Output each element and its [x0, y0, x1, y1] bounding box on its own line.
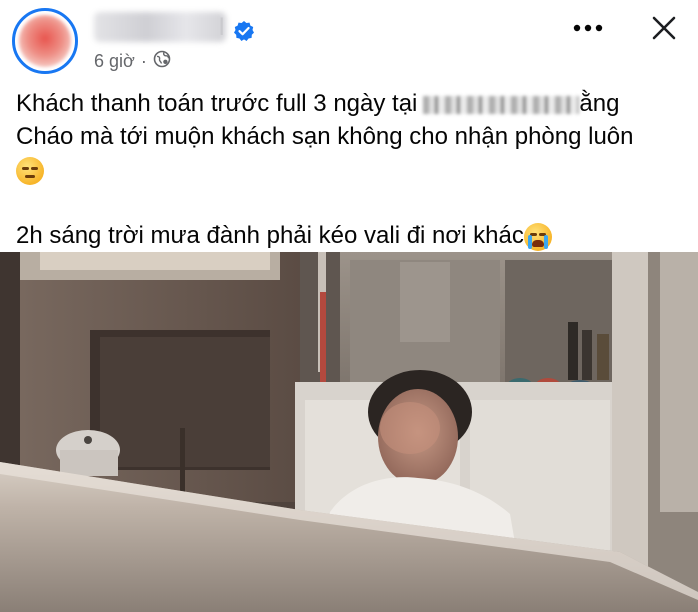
post-line-1-prefix: Khách thanh toán trước full 3 ngày tại	[16, 90, 418, 117]
loudly-crying-face-emoji	[523, 222, 552, 251]
post-line-4-text: 2h sáng trời mưa đành phải kéo vali đi n…	[16, 222, 524, 249]
post-meta: 6 giờ ·	[94, 50, 171, 73]
close-button[interactable]	[642, 10, 686, 46]
post-header: l 6 giờ ·	[0, 0, 698, 80]
redacted-hotel-name	[423, 95, 580, 114]
more-options-icon	[573, 24, 603, 32]
post-line-2: Cháo mà tới muộn khách sạn không cho nhậ…	[16, 123, 634, 150]
hotel-reception-photo	[0, 252, 698, 612]
unamused-face-emoji	[16, 156, 44, 185]
post-photo[interactable]	[0, 252, 698, 612]
verified-badge-icon	[233, 20, 255, 42]
close-icon	[652, 16, 676, 40]
author-name-redacted[interactable]	[94, 12, 226, 42]
meta-separator: ·	[140, 51, 147, 71]
author-name-visible-fragment: l	[219, 14, 225, 41]
post-line-1: Khách thanh toán trước full 3 ngày tại ằn…	[16, 87, 686, 120]
post-body-text: Khách thanh toán trước full 3 ngày tại ằn…	[16, 87, 686, 252]
post-timestamp[interactable]: 6 giờ	[94, 51, 135, 72]
post-line-4: 2h sáng trời mưa đành phải kéo vali đi n…	[16, 219, 686, 252]
post-line-3	[16, 153, 686, 186]
post-line-1-suffix: ằng	[579, 90, 620, 117]
author-avatar[interactable]	[12, 8, 78, 74]
globe-icon[interactable]	[153, 50, 171, 73]
avatar-image-blurred	[19, 15, 71, 67]
more-options-button[interactable]	[566, 10, 610, 46]
